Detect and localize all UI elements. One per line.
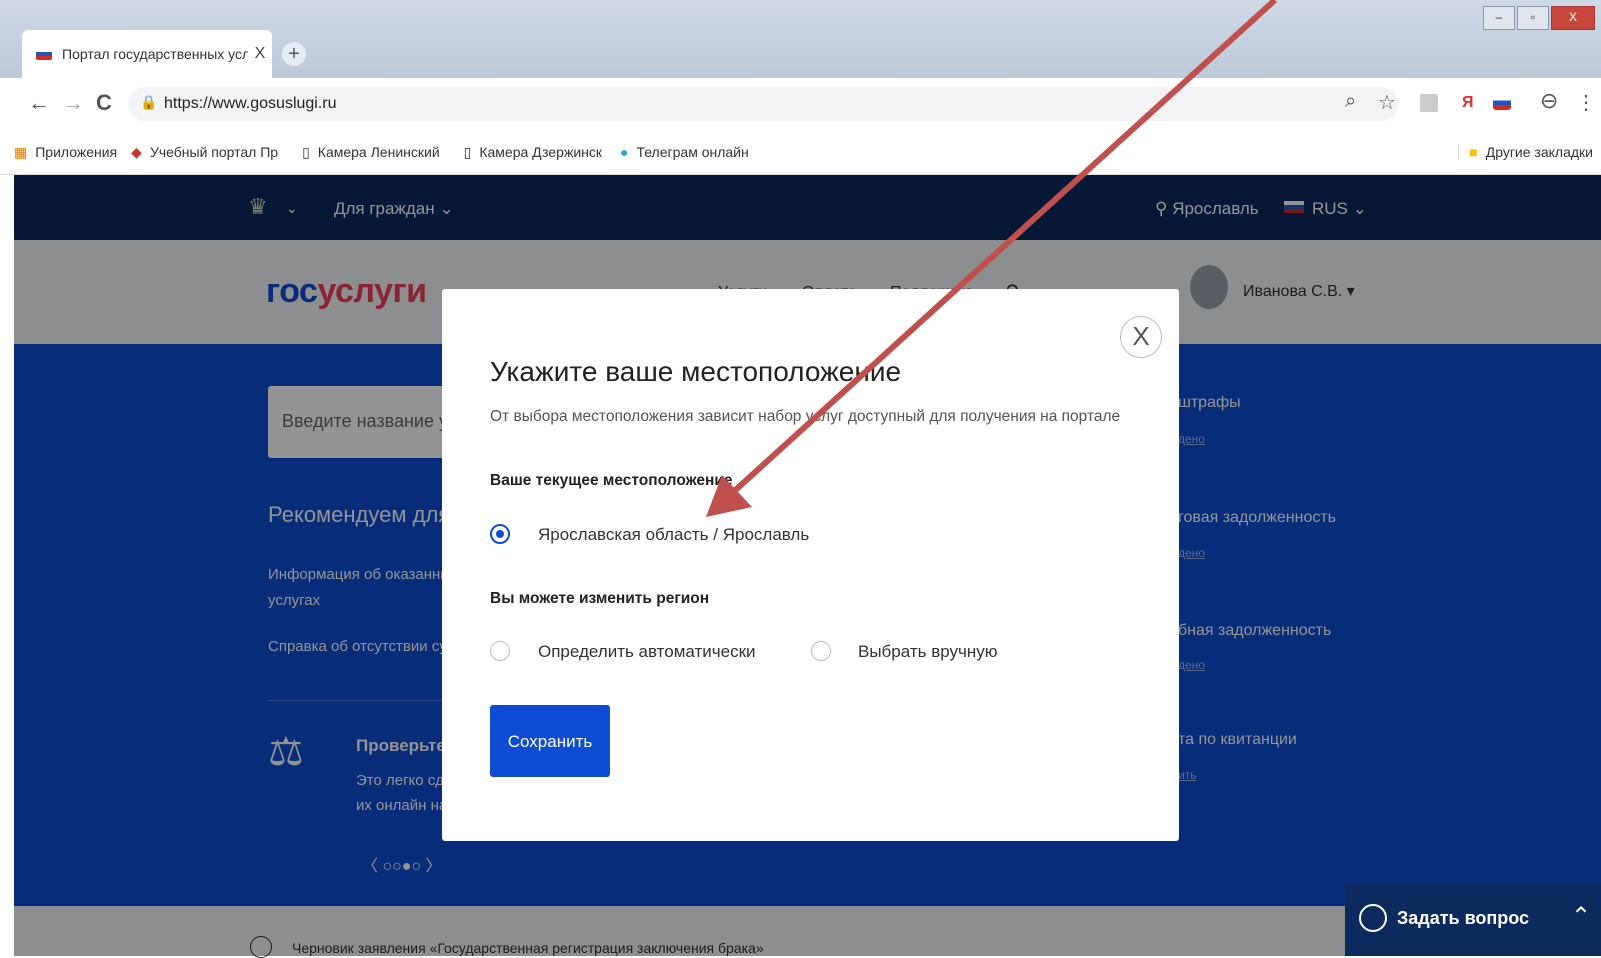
annotation-arrow-shaft: [727, 0, 1278, 498]
annotation-arrow: [706, 0, 1278, 517]
